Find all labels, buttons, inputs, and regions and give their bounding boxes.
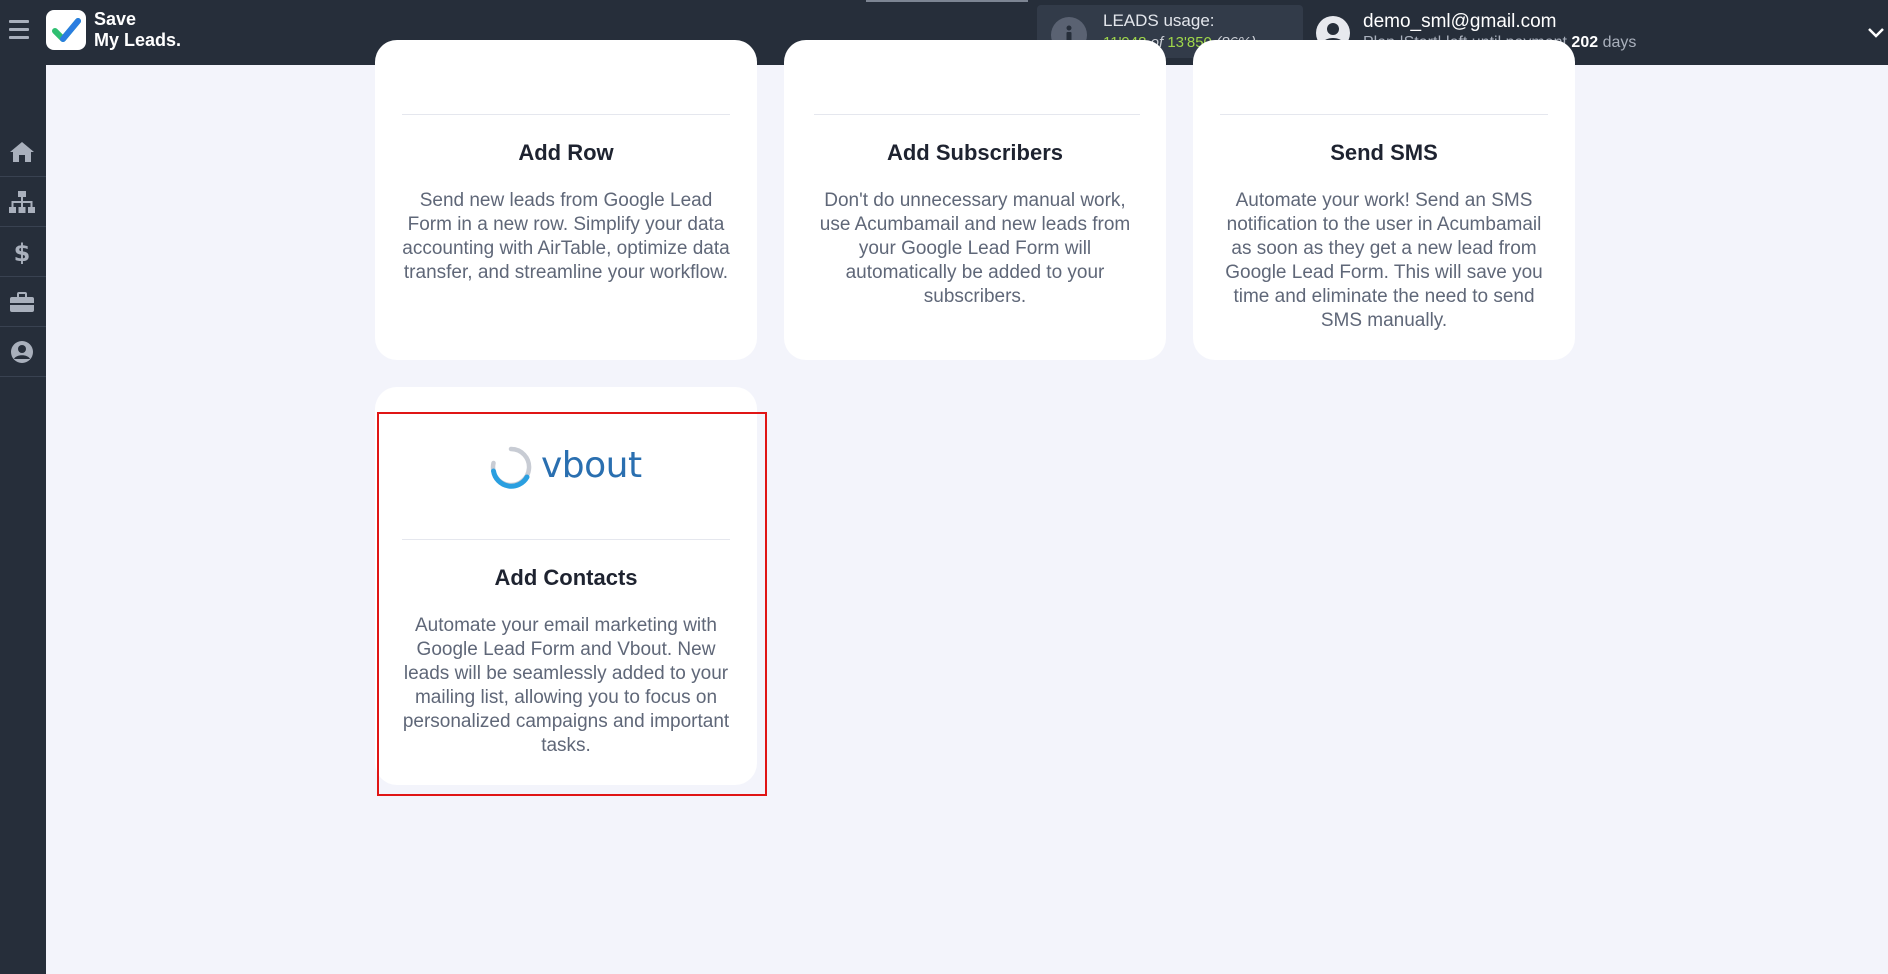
user-email[interactable]: demo_sml@gmail.com (1363, 11, 1557, 33)
sidebar-item-billing[interactable]: $ (0, 227, 46, 277)
card-description: Don't do unnecessary manual work, use Ac… (819, 190, 1131, 307)
card-divider (814, 114, 1140, 115)
card-title: Add Subscribers (886, 140, 1064, 165)
card-title: Add Row (518, 140, 614, 165)
logo-line1: Save (94, 9, 137, 29)
sitemap-icon (9, 191, 35, 213)
briefcase-icon (10, 292, 34, 312)
sidebar-item-tools[interactable] (0, 277, 46, 327)
logo-text[interactable]: Save My Leads. (94, 9, 181, 51)
card-add-row[interactable]: Add Row Send new leads from Google Lead … (375, 40, 757, 360)
highlight-box (377, 412, 767, 796)
user-circle-icon (11, 341, 33, 363)
card-title: Send SMS (1330, 140, 1438, 165)
card-description: Automate your work! Send an SMS notifica… (1225, 190, 1543, 331)
card-send-sms[interactable]: Send SMS Automate your work! Send an SMS… (1193, 40, 1575, 360)
card-divider (1220, 114, 1548, 115)
card-divider (402, 114, 730, 115)
sidebar-item-home[interactable] (0, 127, 46, 177)
usage-label: LEADS usage: (1103, 11, 1215, 30)
chevron-down-icon[interactable] (1866, 22, 1886, 42)
svg-text:$: $ (14, 240, 31, 264)
plan-days: 202 (1571, 34, 1599, 51)
sidebar-item-integrations[interactable] (0, 177, 46, 227)
card-description: Send new leads from Google Lead Form in … (402, 190, 730, 283)
sidebar-item-account[interactable] (0, 327, 46, 377)
dollar-icon: $ (14, 240, 31, 264)
plan-days-suffix: days (1602, 34, 1637, 51)
logo-line2: My Leads. (94, 30, 182, 50)
hamburger-menu-icon[interactable] (9, 20, 31, 42)
sidebar: $ (0, 65, 46, 974)
home-icon (10, 142, 34, 162)
top-indicator (866, 0, 1028, 2)
logo-icon[interactable] (46, 10, 86, 50)
card-add-subscribers[interactable]: Add Subscribers Don't do unnecessary man… (784, 40, 1166, 360)
